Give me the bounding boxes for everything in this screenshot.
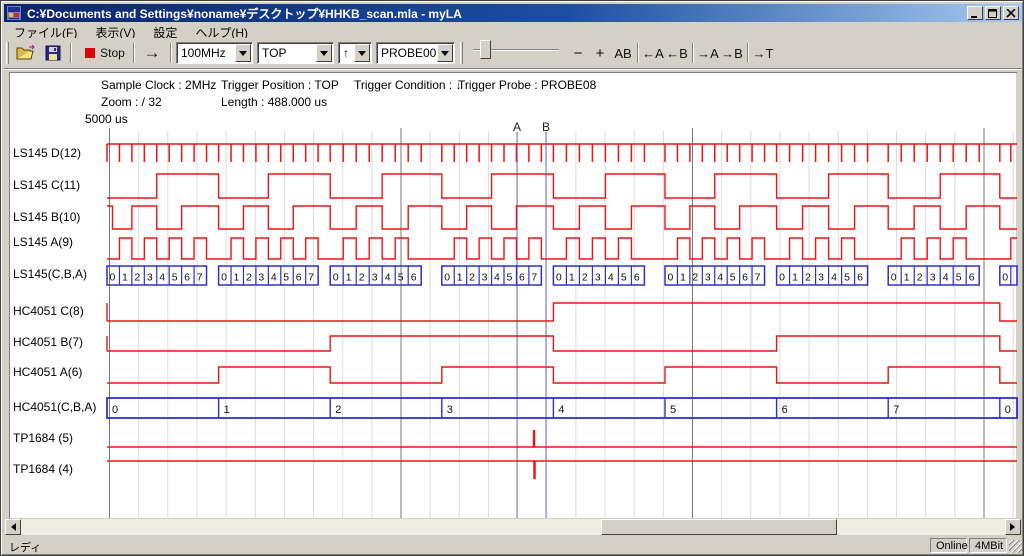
- svg-text:4: 4: [608, 272, 614, 284]
- svg-text:5: 5: [283, 272, 289, 284]
- svg-text:0: 0: [110, 272, 116, 284]
- svg-text:5: 5: [730, 272, 736, 284]
- svg-text:3: 3: [147, 272, 153, 284]
- svg-text:4: 4: [717, 272, 723, 284]
- svg-text:5: 5: [398, 272, 404, 284]
- svg-text:3: 3: [372, 272, 378, 284]
- svg-text:4: 4: [385, 272, 391, 284]
- svg-text:6: 6: [857, 272, 863, 284]
- svg-text:7: 7: [893, 404, 899, 416]
- app-window: C:¥Documents and Settings¥noname¥デスクトップ¥…: [0, 0, 1024, 556]
- svg-text:3: 3: [258, 272, 264, 284]
- svg-text:4: 4: [271, 272, 277, 284]
- svg-text:7: 7: [531, 272, 537, 284]
- svg-text:5: 5: [844, 272, 850, 284]
- scroll-right-button[interactable]: [1005, 519, 1021, 535]
- svg-text:6: 6: [519, 272, 525, 284]
- svg-text:3: 3: [482, 272, 488, 284]
- svg-text:5: 5: [956, 272, 962, 284]
- svg-text:4: 4: [558, 404, 564, 416]
- scrollbar-thumb[interactable]: [601, 519, 837, 535]
- svg-text:2: 2: [469, 272, 475, 284]
- svg-text:0: 0: [556, 272, 562, 284]
- svg-text:6: 6: [782, 404, 788, 416]
- svg-text:0: 0: [1002, 272, 1008, 284]
- svg-text:2: 2: [582, 272, 588, 284]
- svg-text:1: 1: [457, 272, 463, 284]
- svg-text:2: 2: [134, 272, 140, 284]
- svg-text:2: 2: [805, 272, 811, 284]
- svg-text:4: 4: [494, 272, 500, 284]
- svg-text:2: 2: [359, 272, 365, 284]
- svg-text:3: 3: [930, 272, 936, 284]
- svg-text:3: 3: [705, 272, 711, 284]
- svg-text:5: 5: [621, 272, 627, 284]
- svg-text:0: 0: [779, 272, 785, 284]
- svg-text:0: 0: [444, 272, 450, 284]
- svg-text:6: 6: [296, 272, 302, 284]
- svg-text:1: 1: [569, 272, 575, 284]
- svg-text:1: 1: [904, 272, 910, 284]
- status-bar: レディ Online 4MBit: [4, 537, 1022, 554]
- svg-text:4: 4: [943, 272, 949, 284]
- horizontal-scrollbar[interactable]: [5, 519, 1021, 535]
- status-ready-text: レディ: [9, 539, 41, 555]
- svg-text:2: 2: [246, 272, 252, 284]
- status-memory-badge: 4MBit: [969, 538, 1007, 553]
- waveform-canvas[interactable]: 0123456701234567012345601234567012345601…: [1, 1, 1024, 556]
- arrow-right-icon: [1010, 523, 1019, 531]
- svg-text:7: 7: [308, 272, 314, 284]
- svg-text:6: 6: [634, 272, 640, 284]
- svg-text:1: 1: [792, 272, 798, 284]
- svg-text:0: 0: [333, 272, 339, 284]
- svg-text:2: 2: [692, 272, 698, 284]
- svg-text:1: 1: [224, 404, 230, 416]
- svg-text:3: 3: [595, 272, 601, 284]
- svg-text:7: 7: [197, 272, 203, 284]
- svg-text:1: 1: [122, 272, 128, 284]
- svg-text:5: 5: [172, 272, 178, 284]
- svg-text:1: 1: [346, 272, 352, 284]
- resize-grip[interactable]: [1009, 540, 1022, 553]
- svg-text:7: 7: [755, 272, 761, 284]
- svg-text:2: 2: [335, 404, 341, 416]
- svg-text:1: 1: [234, 272, 240, 284]
- scroll-left-button[interactable]: [5, 519, 21, 535]
- svg-text:0: 0: [221, 272, 227, 284]
- svg-text:6: 6: [184, 272, 190, 284]
- svg-text:3: 3: [447, 404, 453, 416]
- svg-text:6: 6: [411, 272, 417, 284]
- svg-text:6: 6: [742, 272, 748, 284]
- svg-text:5: 5: [670, 404, 676, 416]
- svg-text:1: 1: [680, 272, 686, 284]
- svg-text:4: 4: [831, 272, 837, 284]
- svg-text:3: 3: [818, 272, 824, 284]
- status-online-badge: Online: [930, 538, 967, 553]
- svg-text:0: 0: [891, 272, 897, 284]
- svg-text:0: 0: [668, 272, 674, 284]
- svg-text:0: 0: [1005, 404, 1011, 416]
- svg-text:5: 5: [507, 272, 513, 284]
- svg-text:2: 2: [917, 272, 923, 284]
- svg-text:6: 6: [969, 272, 975, 284]
- arrow-left-icon: [7, 523, 16, 531]
- svg-text:0: 0: [112, 404, 118, 416]
- svg-text:4: 4: [159, 272, 165, 284]
